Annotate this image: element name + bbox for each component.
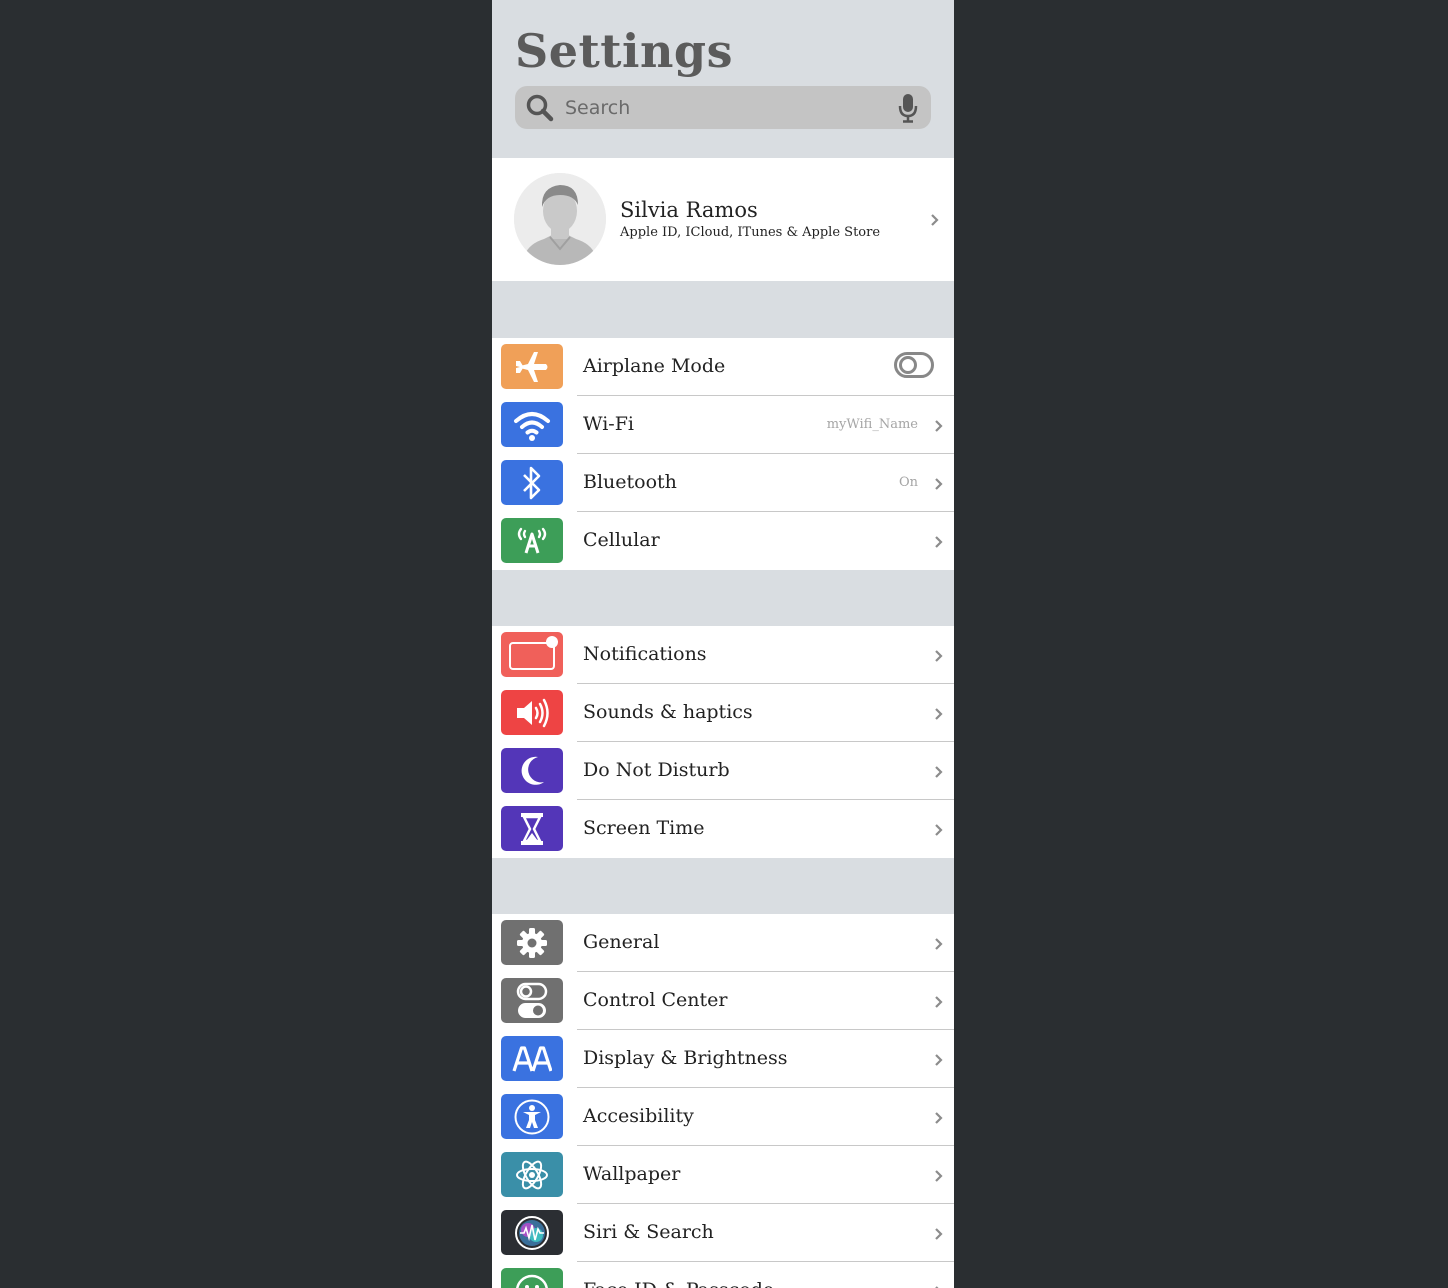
row-label: Control Center xyxy=(583,989,728,1011)
chevron-right-icon xyxy=(934,418,944,437)
row-wallpaper[interactable]: Wallpaper xyxy=(492,1146,954,1204)
chevron-right-icon xyxy=(934,822,944,841)
row-label: Wallpaper xyxy=(583,1163,681,1185)
gear-icon xyxy=(501,920,563,965)
chevron-right-icon xyxy=(934,764,944,783)
row-screen-time[interactable]: Screen Time xyxy=(492,800,954,858)
chevron-right-icon xyxy=(934,936,944,955)
chevron-right-icon xyxy=(934,534,944,553)
row-sounds-haptics[interactable]: Sounds & haptics xyxy=(492,684,954,742)
row-do-not-disturb[interactable]: Do Not Disturb xyxy=(492,742,954,800)
chevron-right-icon xyxy=(934,1284,944,1288)
profile-name: Silvia Ramos xyxy=(620,198,758,222)
search-icon xyxy=(525,93,555,127)
row-accessibility[interactable]: Accesibility xyxy=(492,1088,954,1146)
row-label: Cellular xyxy=(583,529,660,551)
notifications-icon xyxy=(501,632,563,677)
wifi-network-name: myWifi_Name xyxy=(826,417,918,432)
avatar xyxy=(514,173,606,265)
row-wifi[interactable]: Wi-Fi myWifi_Name xyxy=(492,396,954,454)
toggles-icon xyxy=(501,978,563,1023)
notifications-group: Notifications Sounds & haptics Do Not Di… xyxy=(492,626,954,858)
atom-icon xyxy=(501,1152,563,1197)
chevron-right-icon xyxy=(934,1168,944,1187)
row-label: Sounds & haptics xyxy=(583,701,753,723)
chevron-right-icon xyxy=(934,706,944,725)
row-label: Siri & Search xyxy=(583,1221,714,1243)
page-title: Settings xyxy=(515,24,733,78)
row-label: Screen Time xyxy=(583,817,705,839)
settings-screen: Settings Search Silvia Ramos Apple ID, I… xyxy=(492,0,954,1288)
accessibility-icon xyxy=(501,1094,563,1139)
row-airplane-mode[interactable]: Airplane Mode xyxy=(492,338,954,396)
moon-icon xyxy=(501,748,563,793)
chevron-right-icon xyxy=(934,1110,944,1129)
search-input[interactable] xyxy=(565,86,885,129)
cellular-icon xyxy=(501,518,563,563)
airplane-icon xyxy=(501,344,563,389)
row-label: Bluetooth xyxy=(583,471,677,493)
row-display-brightness[interactable]: Display & Brightness xyxy=(492,1030,954,1088)
row-cellular[interactable]: Cellular xyxy=(492,512,954,570)
row-label: Wi-Fi xyxy=(583,413,634,435)
wifi-icon xyxy=(501,402,563,447)
microphone-icon[interactable] xyxy=(897,92,919,128)
row-label: General xyxy=(583,931,660,953)
chevron-right-icon xyxy=(934,1052,944,1071)
face-id-icon xyxy=(501,1268,563,1288)
row-general[interactable]: General xyxy=(492,914,954,972)
bluetooth-status: On xyxy=(898,475,918,490)
row-label: Display & Brightness xyxy=(583,1047,788,1069)
connectivity-group: Airplane Mode Wi-Fi myWifi_Name Bluetoot… xyxy=(492,338,954,570)
row-label: Do Not Disturb xyxy=(583,759,730,781)
airplane-mode-toggle[interactable] xyxy=(894,352,934,378)
chevron-right-icon xyxy=(934,476,944,495)
header: Settings xyxy=(492,0,954,158)
row-face-id-passcode[interactable]: Face ID & Passcode xyxy=(492,1262,954,1288)
siri-icon xyxy=(501,1210,563,1255)
row-bluetooth[interactable]: Bluetooth On xyxy=(492,454,954,512)
row-label: Face ID & Passcode xyxy=(583,1279,774,1288)
row-siri-search[interactable]: Siri & Search xyxy=(492,1204,954,1262)
search-bar[interactable] xyxy=(515,86,931,129)
chevron-right-icon xyxy=(934,648,944,667)
row-label: Accesibility xyxy=(583,1105,694,1127)
chevron-right-icon xyxy=(934,994,944,1013)
row-label: Notifications xyxy=(583,643,707,665)
hourglass-icon xyxy=(501,806,563,851)
profile-row[interactable]: Silvia Ramos Apple ID, ICloud, ITunes & … xyxy=(492,158,954,281)
general-group: General Control Center Display & Brightn… xyxy=(492,914,954,1288)
speaker-icon xyxy=(501,690,563,735)
text-size-icon xyxy=(501,1036,563,1081)
row-notifications[interactable]: Notifications xyxy=(492,626,954,684)
bluetooth-icon xyxy=(501,460,563,505)
chevron-right-icon xyxy=(934,1226,944,1245)
profile-subtitle: Apple ID, ICloud, ITunes & Apple Store xyxy=(620,225,881,240)
row-label: Airplane Mode xyxy=(583,355,726,377)
row-control-center[interactable]: Control Center xyxy=(492,972,954,1030)
chevron-right-icon xyxy=(930,212,940,231)
